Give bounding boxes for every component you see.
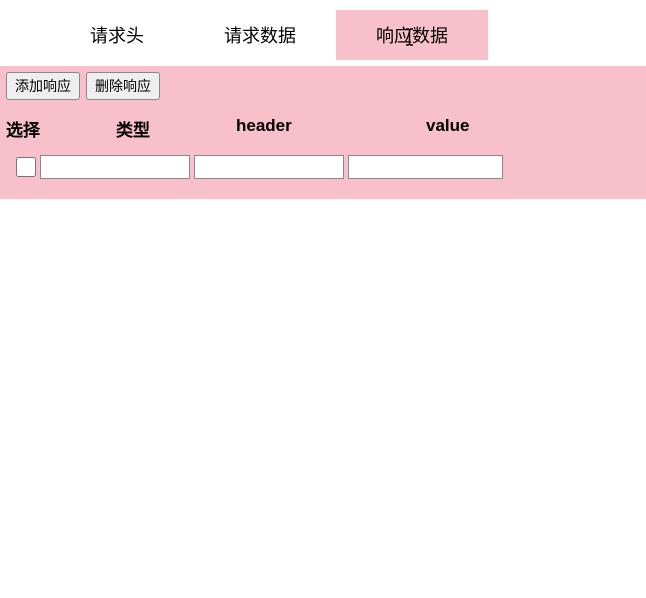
- row-select-checkbox[interactable]: [16, 157, 36, 177]
- delete-response-button[interactable]: 删除响应: [86, 72, 160, 100]
- row-header-input[interactable]: [194, 155, 344, 179]
- tab-response-data[interactable]: 响应数据: [336, 10, 488, 60]
- column-header-select: 选择: [6, 116, 116, 141]
- row-type-input[interactable]: [40, 155, 190, 179]
- table-row: [6, 155, 640, 179]
- table-header-row: 选择 类型 header value: [6, 112, 640, 155]
- response-panel: 添加响应 删除响应 选择 类型 header value: [0, 66, 646, 199]
- column-header-type: 类型: [116, 116, 236, 141]
- toolbar: 添加响应 删除响应: [6, 72, 640, 100]
- column-header-value: value: [426, 116, 469, 141]
- column-header-header: header: [236, 116, 426, 141]
- add-response-button[interactable]: 添加响应: [6, 72, 80, 100]
- row-value-input[interactable]: [348, 155, 503, 179]
- tab-request-data[interactable]: 请求数据: [184, 10, 336, 60]
- tabs-bar: 请求头 请求数据 响应数据: [0, 0, 646, 60]
- tab-request-headers[interactable]: 请求头: [50, 10, 184, 60]
